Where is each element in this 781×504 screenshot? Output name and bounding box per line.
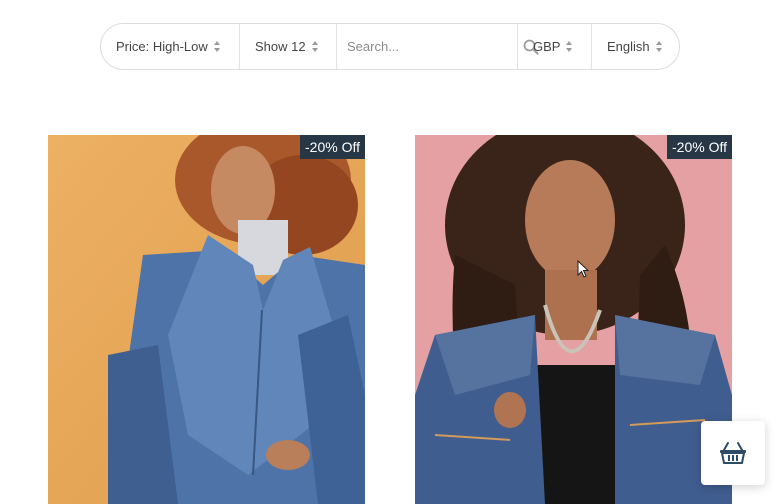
currency-arrows-icon bbox=[566, 41, 573, 52]
currency-select[interactable]: GBP bbox=[518, 24, 592, 69]
language-select-label: English bbox=[607, 39, 650, 54]
page-size-select-label: Show 12 bbox=[255, 39, 306, 54]
search-input[interactable] bbox=[347, 39, 523, 54]
discount-badge: -20% Off bbox=[667, 135, 732, 159]
product-card[interactable]: -20% Off bbox=[48, 135, 365, 504]
page-size-select[interactable]: Show 12 bbox=[240, 24, 337, 69]
product-image[interactable] bbox=[48, 135, 365, 504]
sort-select-label: Price: High-Low bbox=[116, 39, 208, 54]
product-image[interactable] bbox=[415, 135, 732, 504]
page-size-arrows-icon bbox=[311, 41, 319, 52]
filter-bar: Price: High-Low Show 12 GBP English bbox=[100, 23, 680, 70]
language-arrows-icon bbox=[655, 41, 663, 52]
currency-select-label: GBP bbox=[533, 39, 561, 54]
discount-badge: -20% Off bbox=[300, 135, 365, 159]
sort-select[interactable]: Price: High-Low bbox=[101, 24, 240, 69]
sort-arrows-icon bbox=[213, 41, 221, 52]
product-card[interactable]: -20% Off bbox=[415, 135, 732, 504]
language-select[interactable]: English bbox=[592, 24, 679, 69]
search-box bbox=[337, 24, 539, 69]
mouse-cursor-icon bbox=[577, 260, 589, 278]
basket-icon bbox=[720, 442, 746, 464]
cart-button[interactable] bbox=[701, 421, 765, 485]
